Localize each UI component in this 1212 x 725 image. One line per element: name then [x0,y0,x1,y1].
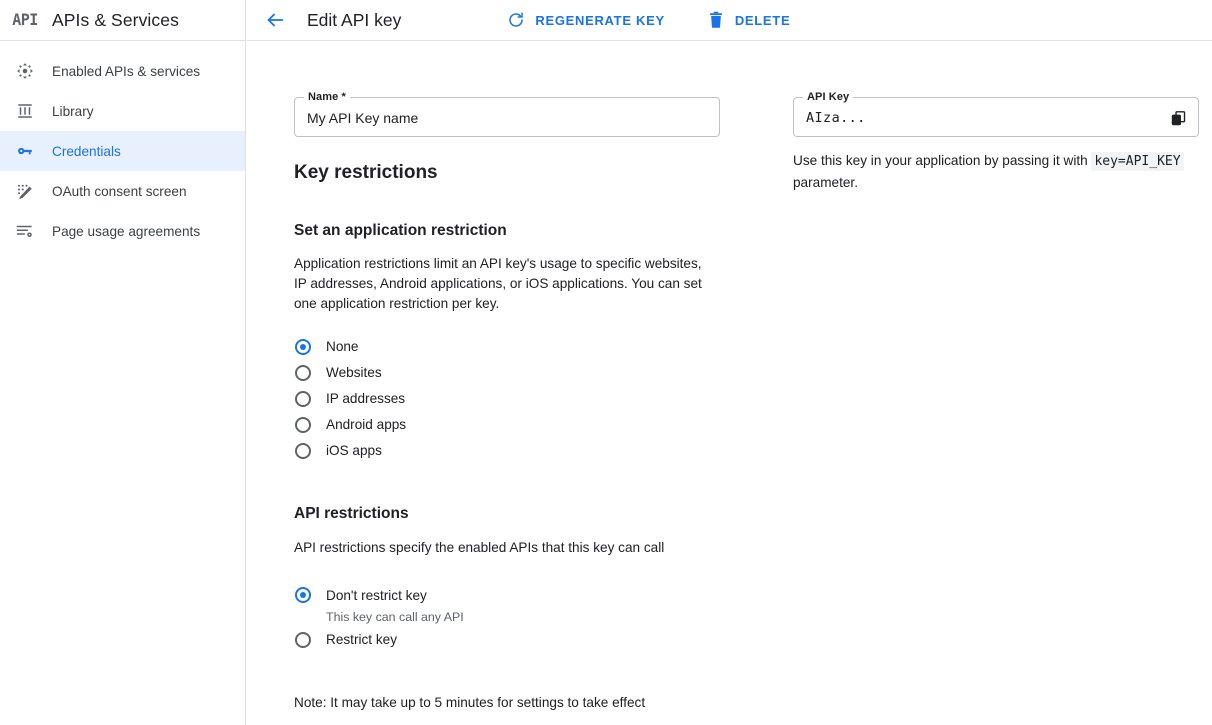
sidebar-item-credentials[interactable]: Credentials [0,131,245,171]
library-icon [10,99,40,123]
regenerate-key-button[interactable]: REGENERATE KEY [498,4,672,36]
radio-option-ip-addresses[interactable]: IP addresses [294,391,724,417]
api-restrictions-title: API restrictions [294,505,724,523]
radio-indicator[interactable] [295,587,311,603]
api-restrictions-description: API restrictions specify the enabled API… [294,538,724,558]
radio-indicator[interactable] [295,391,311,407]
regenerate-key-label: REGENERATE KEY [535,13,664,28]
api-key-help-code: key=API_KEY [1091,152,1183,171]
refresh-icon [506,10,526,30]
api-key-help-text-before: Use this key in your application by pass… [793,153,1091,168]
radio-label: None [326,339,359,354]
sidebar-item-label: Library [52,104,94,119]
sidebar-item-label: Credentials [52,144,121,159]
topbar: Edit API key REGENERATE KEY DELETE [247,0,1212,41]
sidebar-item-label: OAuth consent screen [52,184,187,199]
radio-indicator[interactable] [295,339,311,355]
sidebar-item-label: Page usage agreements [52,224,200,239]
application-restriction-radio-group: None Websites IP addresses Android apps [294,339,724,469]
key-icon [10,139,40,163]
api-key-field-value: AIza... [806,98,866,138]
sidebar-nav: Enabled APIs & services Library [0,41,245,251]
sidebar-item-oauth-consent[interactable]: OAuth consent screen [0,171,245,211]
copy-icon[interactable] [1166,106,1190,130]
api-key-field[interactable]: API Key AIza... [793,97,1199,137]
application-restriction-title: Set an application restriction [294,222,724,240]
radio-label: Don't restrict key [326,588,427,603]
radio-indicator[interactable] [295,443,311,459]
sidebar-header: API APIs & Services [0,0,245,41]
radio-option-none[interactable]: None [294,339,724,365]
radio-indicator[interactable] [295,365,311,381]
sidebar-item-page-usage-agreements[interactable]: Page usage agreements [0,211,245,251]
sidebar-item-library[interactable]: Library [0,91,245,131]
page-title: Edit API key [307,10,401,31]
radio-option-inner[interactable]: Don't restrict key [294,582,724,608]
radio-option-ios-apps[interactable]: iOS apps [294,443,724,469]
api-logo-icon: API [10,11,40,30]
delete-button[interactable]: DELETE [698,4,798,36]
radio-indicator[interactable] [295,417,311,433]
radio-label: IP addresses [326,391,405,406]
settings-note: Note: It may take up to 5 minutes for se… [294,695,724,710]
radio-label: Android apps [326,417,406,432]
radio-option-dont-restrict-key[interactable]: Don't restrict key This key can call any… [294,582,724,626]
app-title: APIs & Services [52,10,179,31]
enabled-apis-icon [10,59,40,83]
delete-label: DELETE [735,13,790,28]
arrow-back-icon[interactable] [255,0,295,40]
api-restrictions-radio-group: Don't restrict key This key can call any… [294,582,724,658]
api-key-edit-page: API APIs & Services Enabled APIs & servi… [0,0,1212,725]
radio-option-android-apps[interactable]: Android apps [294,417,724,443]
api-key-help-text: Use this key in your application by pass… [793,150,1193,193]
sidebar-item-label: Enabled APIs & services [52,64,200,79]
radio-label: Websites [326,365,382,380]
key-restrictions-title: Key restrictions [294,162,724,184]
restrictions-form: Key restrictions Set an application rest… [294,162,724,725]
application-restriction-description: Application restrictions limit an API ke… [294,254,708,314]
oauth-consent-icon [10,179,40,203]
radio-label: Restrict key [326,632,397,647]
radio-sublabel: This key can call any API [326,608,724,626]
api-key-help-text-after: parameter. [793,175,858,190]
radio-option-websites[interactable]: Websites [294,365,724,391]
trash-icon [706,10,726,30]
name-field-value: My API Key name [307,98,418,138]
name-field[interactable]: Name * My API Key name [294,97,720,137]
sidebar-item-enabled-apis[interactable]: Enabled APIs & services [0,51,245,91]
sidebar: API APIs & Services Enabled APIs & servi… [0,0,246,725]
radio-indicator[interactable] [295,632,311,648]
page-usage-agreements-icon [10,219,40,243]
radio-option-restrict-key[interactable]: Restrict key [294,632,724,658]
radio-label: iOS apps [326,443,382,458]
